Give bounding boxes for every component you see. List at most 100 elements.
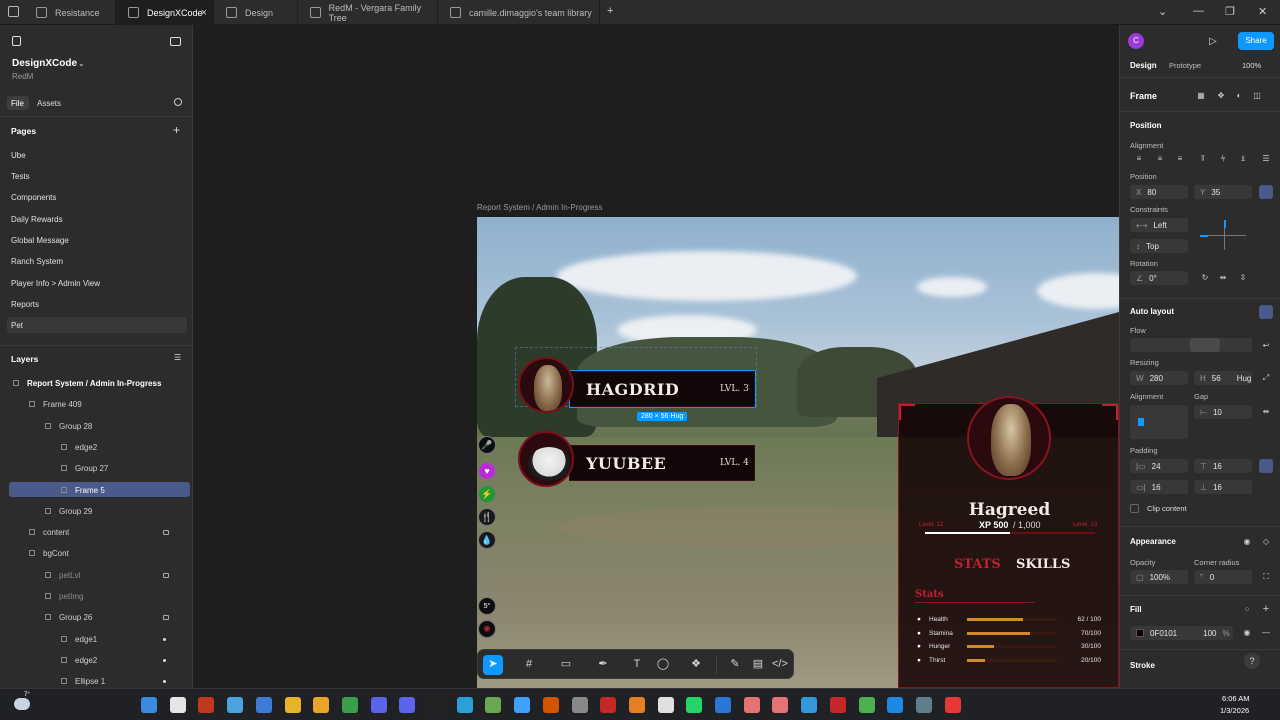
distribute-icon[interactable]: ☰ xyxy=(1261,154,1271,164)
layer-item[interactable]: Frame 5 xyxy=(75,486,105,495)
opacity-field[interactable]: ▢ 100% xyxy=(1130,570,1188,584)
spacing-icon[interactable]: ⇹ xyxy=(1261,407,1271,417)
taskbar-app-icon[interactable] xyxy=(887,697,904,713)
align-top-icon[interactable]: ⫪ xyxy=(1198,154,1208,164)
taskbar-app-icon[interactable] xyxy=(198,697,215,713)
text-icon[interactable]: T xyxy=(630,657,644,671)
tab-assets[interactable]: Assets xyxy=(37,99,61,108)
compass-icon[interactable]: ✺ xyxy=(478,620,496,638)
layer-item[interactable]: petImg xyxy=(59,592,83,601)
window-close-icon[interactable]: ✕ xyxy=(1258,5,1267,18)
page-item[interactable]: Global Message xyxy=(11,236,69,245)
main-menu-icon[interactable] xyxy=(12,36,21,46)
rotation-field[interactable]: ∠ 0° xyxy=(1130,271,1188,285)
rotate-icon[interactable]: ↻ xyxy=(1200,273,1210,283)
taskbar-app-icon[interactable] xyxy=(657,697,674,713)
constraint-vertical[interactable]: ↕ Top xyxy=(1130,239,1188,253)
resize-icon[interactable]: ⤢ xyxy=(1261,373,1271,383)
height-field[interactable]: H 56 Hug xyxy=(1194,371,1252,385)
taskbar-app-icon[interactable] xyxy=(743,697,760,713)
microphone-icon[interactable]: 🎤 xyxy=(478,436,496,454)
report-system-frame[interactable]: HAGDRID LVL. 3 280 × 56 Hug YUUBEE LVL. … xyxy=(477,217,1119,688)
pet-image-panda[interactable] xyxy=(518,431,574,487)
taskbar-app-icon[interactable] xyxy=(341,697,358,713)
pet-image-owl[interactable] xyxy=(518,357,574,413)
taskbar-app-icon[interactable] xyxy=(399,697,416,713)
page-item[interactable]: Ranch System xyxy=(11,257,63,266)
expand-corners-icon[interactable]: ⛶ xyxy=(1261,572,1271,582)
taskbar-app-icon[interactable] xyxy=(485,697,502,713)
align-right-icon[interactable]: ≡ xyxy=(1175,154,1185,164)
weather-icon[interactable] xyxy=(14,698,30,710)
taskbar-app-icon[interactable] xyxy=(686,697,703,713)
add-fill-icon[interactable]: + xyxy=(1261,604,1271,615)
absolute-position-icon[interactable] xyxy=(1259,185,1273,199)
page-item[interactable]: Reports xyxy=(11,300,39,309)
align-middle-icon[interactable]: ⫩ xyxy=(1218,154,1228,164)
y-field[interactable]: Y 35 xyxy=(1194,185,1252,199)
tab-vergara-family-tree[interactable]: RedM - Vergara Family Tree xyxy=(298,0,438,25)
rectangle-icon[interactable]: ▭ xyxy=(559,657,573,671)
share-button[interactable]: Share xyxy=(1238,32,1274,50)
corner-radius-field[interactable]: ⌜ 0 xyxy=(1194,570,1252,584)
layer-item[interactable]: petLvl xyxy=(59,571,80,580)
tab-prototype[interactable]: Prototype xyxy=(1169,61,1201,70)
frame-type-dropdown[interactable]: Frame xyxy=(1130,91,1157,101)
code-icon[interactable]: </> xyxy=(772,657,788,671)
layer-item[interactable]: bgCont xyxy=(43,549,69,558)
grid-icon[interactable]: ▦ xyxy=(1196,91,1206,101)
dev-mode-icon[interactable]: ▤ xyxy=(751,657,765,671)
align-bottom-icon[interactable]: ⫫ xyxy=(1238,154,1248,164)
flip-vertical-icon[interactable]: ⇳ xyxy=(1238,273,1248,283)
eye-icon[interactable]: ◉ xyxy=(1242,628,1252,638)
food-icon[interactable]: 🍴 xyxy=(478,508,496,526)
tab-design[interactable]: Design xyxy=(214,0,298,25)
taskbar-app-icon[interactable] xyxy=(628,697,645,713)
tab-design[interactable]: Design xyxy=(1130,61,1157,70)
lock-icon[interactable] xyxy=(163,573,169,578)
flip-horizontal-icon[interactable]: ⇹ xyxy=(1218,273,1228,283)
taskbar-app-icon[interactable] xyxy=(600,697,617,713)
lock-icon[interactable] xyxy=(163,615,169,620)
layer-item[interactable]: Ellipse 1 xyxy=(75,677,105,686)
flow-active[interactable] xyxy=(1190,338,1220,352)
pen-icon[interactable]: ✒ xyxy=(596,657,610,671)
alignment-grid[interactable] xyxy=(1130,405,1188,439)
taskbar-app-icon[interactable] xyxy=(428,697,444,713)
chevron-down-icon[interactable]: ⌄ xyxy=(78,59,85,68)
frame-label[interactable]: Report System / Admin In-Progress xyxy=(477,203,602,212)
layer-item[interactable]: Frame 409 xyxy=(43,400,82,409)
cursor-icon[interactable]: ➤ xyxy=(486,657,500,671)
tab-stats[interactable]: STATS xyxy=(954,557,1001,572)
taskbar-app-icon[interactable] xyxy=(514,697,531,713)
draw-icon[interactable]: ✎ xyxy=(728,657,742,671)
layers-list-icon[interactable]: ☰ xyxy=(174,353,181,362)
file-name[interactable]: DesignXCode xyxy=(12,58,77,69)
taskbar-app-icon[interactable] xyxy=(255,697,272,713)
visibility-dot-icon[interactable] xyxy=(163,659,166,662)
remove-fill-icon[interactable]: — xyxy=(1261,628,1271,638)
avatar[interactable]: C xyxy=(1128,33,1144,49)
layer-item[interactable]: edge2 xyxy=(75,443,97,452)
layer-item[interactable]: Group 28 xyxy=(59,422,92,431)
taskbar-app-icon[interactable] xyxy=(801,697,818,713)
lock-icon[interactable] xyxy=(163,530,169,535)
wrap-icon[interactable]: ↩ xyxy=(1261,341,1271,351)
page-item[interactable]: Ube xyxy=(11,151,26,160)
help-icon[interactable]: ? xyxy=(1244,653,1260,669)
frame-icon[interactable]: # xyxy=(522,657,536,671)
sidebar-toggle-icon[interactable] xyxy=(170,37,181,46)
taskbar-app-icon[interactable] xyxy=(858,697,875,713)
tab-resistance[interactable]: Resistance xyxy=(24,0,116,25)
add-page-icon[interactable]: + xyxy=(173,123,180,137)
visibility-dot-icon[interactable] xyxy=(163,680,166,683)
layer-item[interactable]: content xyxy=(43,528,69,537)
minimize-icon[interactable]: — xyxy=(1193,5,1204,17)
fill-field[interactable]: 0F0101 100 % xyxy=(1130,626,1233,640)
component-icon[interactable]: ✥ xyxy=(1216,91,1226,101)
taskbar-app-icon[interactable] xyxy=(715,697,731,713)
padding-top-field[interactable]: ⊤ 16 xyxy=(1194,459,1252,473)
taskbar-app-icon[interactable] xyxy=(313,697,330,713)
comment-icon[interactable]: ◯ xyxy=(656,657,670,671)
layer-item[interactable]: Group 29 xyxy=(59,507,92,516)
